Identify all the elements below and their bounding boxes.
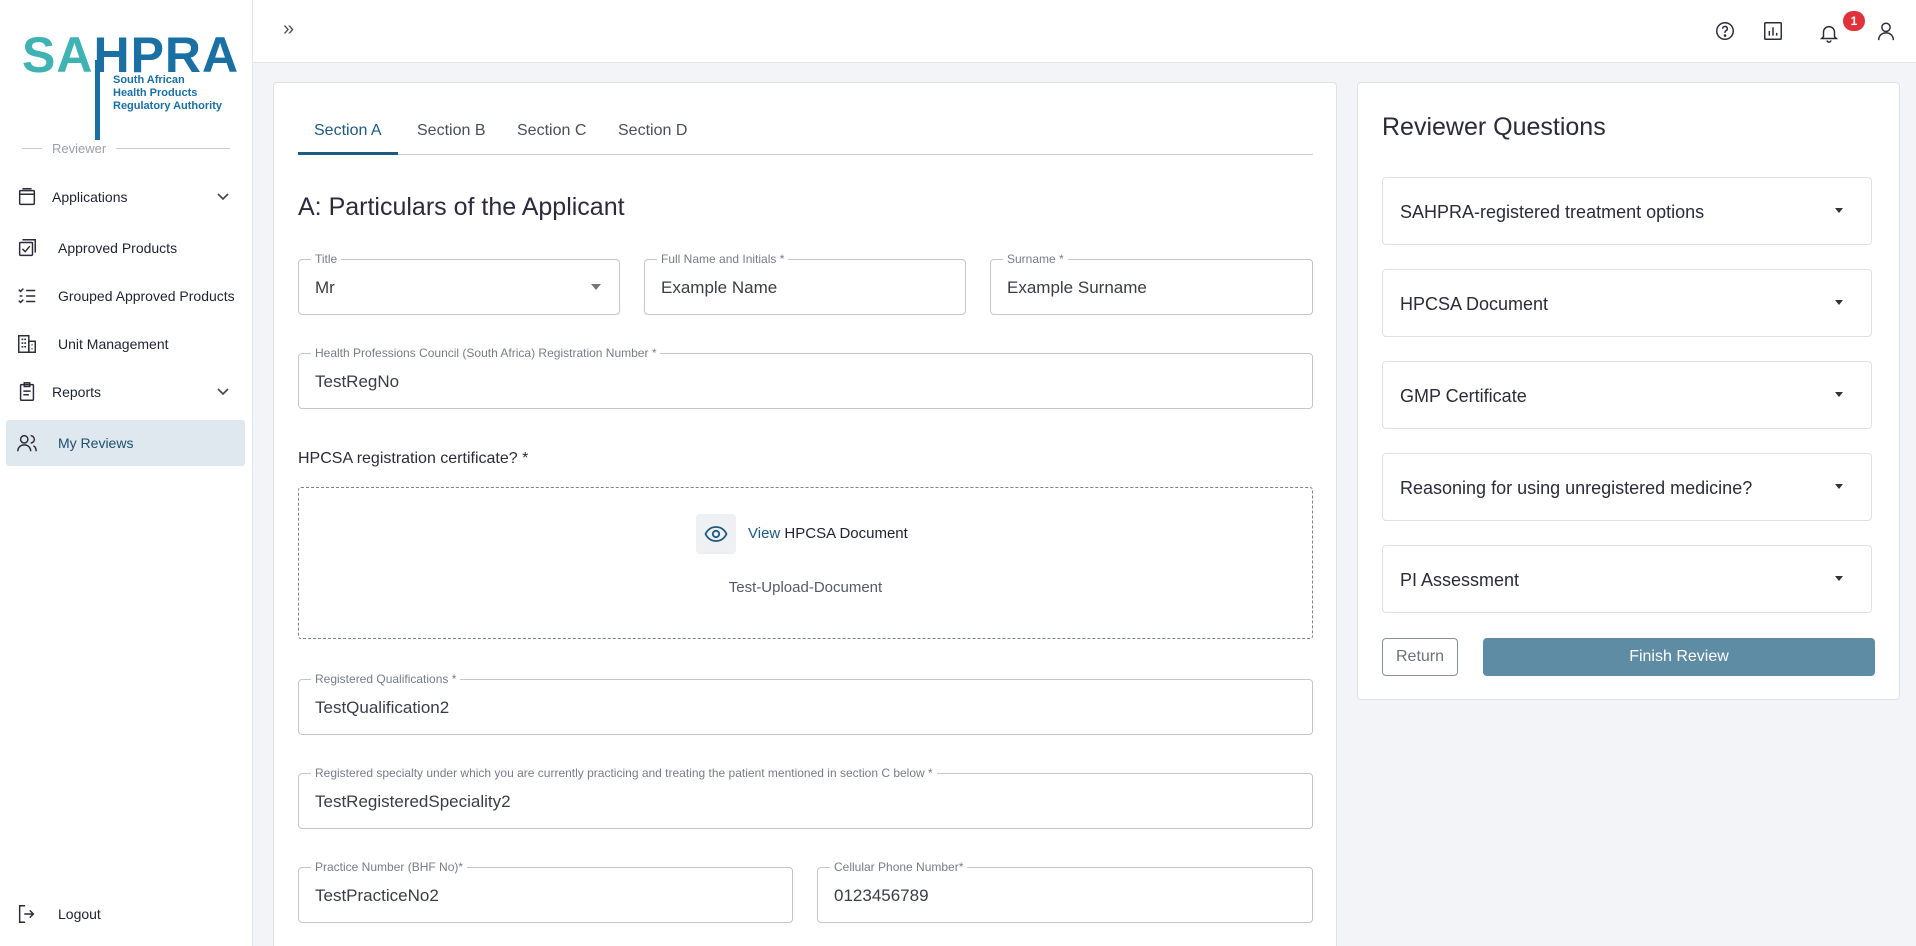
tab-section-a[interactable]: Section A [298, 109, 398, 155]
help-icon[interactable] [1714, 20, 1736, 42]
question-accordion[interactable]: SAHPRA-registered treatment options [1382, 177, 1872, 245]
surname-field[interactable]: Surname * Example Surname [990, 252, 1313, 315]
application-form-card: Section A Section B Section C Section D … [273, 82, 1337, 946]
hpcsa-upload-area: View HPCSA Document Test-Upload-Document [298, 487, 1313, 639]
users-icon [17, 434, 37, 452]
role-label: Reviewer [52, 140, 107, 156]
sidebar-item-applications[interactable]: Applications [6, 174, 245, 220]
grouped-list-icon [18, 288, 36, 304]
sidebar: SAHPRA South African Health Products Reg… [0, 0, 253, 946]
reviewer-questions-title: Reviewer Questions [1382, 113, 1606, 141]
question-accordion[interactable]: GMP Certificate [1382, 361, 1872, 429]
hpcsa-certificate-question: HPCSA registration certificate? * [298, 450, 529, 467]
specialty-field[interactable]: Registered specialty under which you are… [298, 766, 1313, 829]
registration-number-field[interactable]: Health Professions Council (South Africa… [298, 346, 1313, 409]
section-title: A: Particulars of the Applicant [298, 193, 625, 221]
clipboard-icon [19, 382, 35, 401]
sidebar-item-approved-products[interactable]: Approved Products [6, 225, 245, 271]
approved-products-icon [18, 239, 36, 257]
uploaded-file-name: Test-Upload-Document [728, 579, 883, 596]
return-button[interactable]: Return [1382, 638, 1458, 676]
chevron-down-icon[interactable] [215, 383, 231, 399]
view-document-link[interactable]: View HPCSA Document [748, 525, 908, 542]
reviewer-questions-panel: Reviewer Questions SAHPRA-registered tre… [1357, 82, 1900, 700]
applications-icon [18, 188, 36, 206]
top-bar: » 1 [253, 0, 1916, 63]
tab-section-b[interactable]: Section B [401, 109, 501, 155]
full-name-field[interactable]: Full Name and Initials * Example Name [644, 252, 966, 315]
eye-icon [704, 526, 728, 542]
expand-sidebar-button[interactable]: » [283, 18, 294, 41]
chevron-down-icon [1835, 576, 1843, 581]
dropdown-arrow-icon [591, 284, 601, 290]
practice-number-field[interactable]: Practice Number (BHF No)* TestPracticeNo… [298, 860, 793, 923]
tab-section-c[interactable]: Section C [501, 109, 602, 155]
notification-badge: 1 [1843, 11, 1865, 31]
sidebar-item-grouped-approved-products[interactable]: Grouped Approved Products [6, 273, 245, 319]
user-icon[interactable] [1875, 20, 1897, 42]
chevron-down-icon [1835, 392, 1843, 397]
logout-icon [18, 905, 35, 923]
role-divider: Reviewer [22, 140, 230, 156]
chevron-down-icon [1835, 484, 1843, 489]
sahpra-logo[interactable]: SAHPRA South African Health Products Reg… [22, 30, 238, 140]
chart-icon[interactable] [1762, 20, 1784, 42]
title-select[interactable]: Title Mr [298, 252, 620, 315]
cellular-phone-field[interactable]: Cellular Phone Number* 0123456789 [817, 860, 1313, 923]
question-accordion[interactable]: HPCSA Document [1382, 269, 1872, 337]
chevron-down-icon [1835, 208, 1843, 213]
section-tabs: Section A Section B Section C Section D [298, 109, 1313, 155]
sidebar-item-my-reviews[interactable]: My Reviews [6, 420, 245, 466]
logout-button[interactable]: Logout [6, 891, 245, 937]
building-icon [18, 335, 36, 353]
chevron-down-icon[interactable] [215, 188, 231, 204]
sidebar-item-reports[interactable]: Reports [6, 369, 245, 415]
qualifications-field[interactable]: Registered Qualifications * TestQualific… [298, 672, 1313, 735]
tab-section-d[interactable]: Section D [602, 109, 703, 155]
finish-review-button[interactable]: Finish Review [1483, 638, 1875, 676]
question-accordion[interactable]: Reasoning for using unregistered medicin… [1382, 453, 1872, 521]
view-document-button[interactable] [696, 514, 736, 554]
chevron-down-icon [1835, 300, 1843, 305]
bell-icon[interactable] [1818, 22, 1840, 44]
question-accordion[interactable]: PI Assessment [1382, 545, 1872, 613]
sidebar-item-unit-management[interactable]: Unit Management [6, 321, 245, 367]
